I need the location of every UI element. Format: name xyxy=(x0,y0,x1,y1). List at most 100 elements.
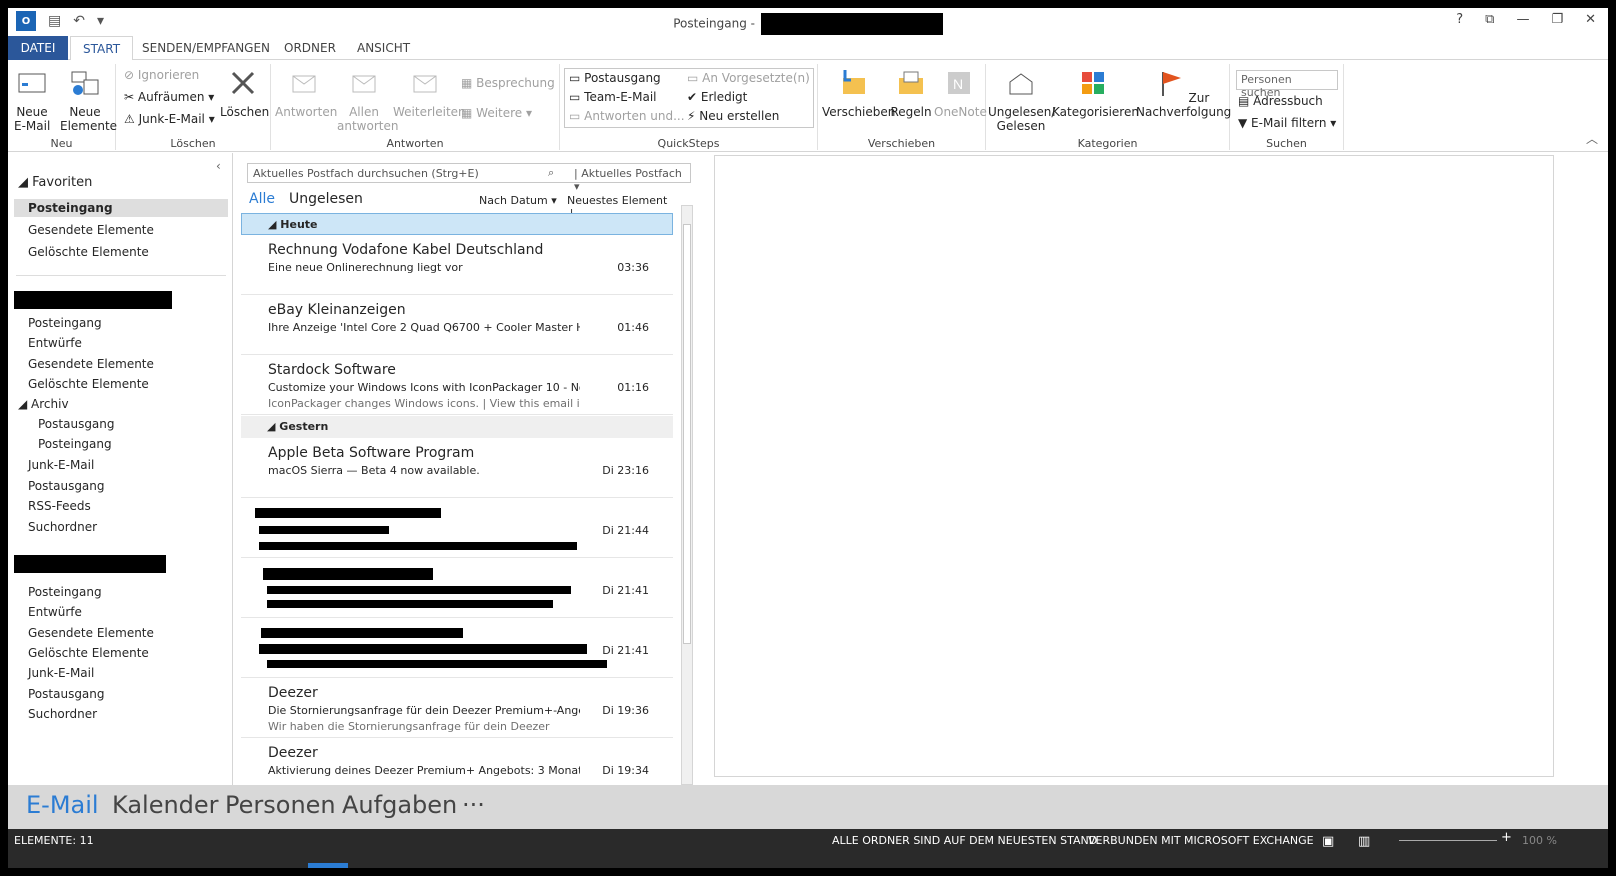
nav-more-icon[interactable]: ··· xyxy=(462,791,485,819)
folder-rss[interactable]: RSS-Feeds xyxy=(28,499,91,513)
folder-deleted[interactable]: Gelöschte Elemente xyxy=(28,377,149,391)
favorite-deleted[interactable]: Gelöschte Elemente xyxy=(28,245,149,259)
nav-calendar[interactable]: Kalender xyxy=(112,791,219,819)
new-email-button[interactable]: Neue E-Mail xyxy=(14,68,50,133)
redacted-preview xyxy=(267,600,553,608)
quickstep-create-new[interactable]: ⚡ Neu erstellen xyxy=(687,107,779,125)
cleanup-button[interactable]: ✂ Aufräumen ▾ xyxy=(124,88,214,106)
quickstep-outbox[interactable]: ▭ Postausgang xyxy=(569,69,661,87)
zoom-slider[interactable] xyxy=(1399,840,1497,841)
help-icon[interactable]: ? xyxy=(1456,12,1463,27)
mail-item[interactable]: Deezer Aktivierung deines Deezer Premium+… xyxy=(241,738,673,785)
folder-sent[interactable]: Gesendete Elemente xyxy=(28,357,154,371)
mail-item-redacted[interactable]: Di 21:41 xyxy=(241,558,673,618)
sort-by-date[interactable]: Nach Datum ▾ xyxy=(479,194,557,207)
new-items-button[interactable]: Neue Elemente xyxy=(60,68,117,133)
tab-start[interactable]: START xyxy=(70,36,134,61)
folder2-inbox[interactable]: Posteingang xyxy=(28,585,102,599)
junk-button[interactable]: ⚠ Junk-E-Mail ▾ xyxy=(124,110,215,128)
respond-more-button[interactable]: ▦ Weitere ▾ xyxy=(461,104,532,122)
categorize-button[interactable]: Kategorisieren xyxy=(1052,68,1139,119)
ignore-button[interactable]: ⊘ Ignorieren xyxy=(124,66,199,84)
favorite-inbox[interactable]: Posteingang xyxy=(14,199,228,217)
nav-mail[interactable]: E-Mail xyxy=(26,791,99,819)
mail-item[interactable]: Deezer Die Stornierungsanfrage für dein D… xyxy=(241,678,673,738)
folder2-drafts[interactable]: Entwürfe xyxy=(28,605,82,619)
tab-send-receive[interactable]: SENDEN/EMPFANGEN xyxy=(130,36,282,60)
mail-item-redacted[interactable]: Di 21:44 xyxy=(241,498,673,558)
folder-search[interactable]: Suchordner xyxy=(28,520,97,534)
nav-tasks[interactable]: Aufgaben xyxy=(342,791,457,819)
filter-all[interactable]: Alle xyxy=(249,191,275,207)
move-button[interactable]: Verschieben xyxy=(822,68,895,119)
quickstep-manager[interactable]: ▭ An Vorgesetzte(n) xyxy=(687,69,810,87)
status-bar: ELEMENTE: 11 ALLE ORDNER SIND AUF DEM NE… xyxy=(8,829,1608,868)
order-label: Neuestes Element xyxy=(567,194,668,207)
filter-email-button[interactable]: ▼ E-Mail filtern ▾ xyxy=(1238,114,1336,132)
collapse-folder-pane-icon[interactable]: ‹ xyxy=(216,157,221,175)
reading-pane-frame xyxy=(714,155,1554,777)
folder2-deleted[interactable]: Gelöschte Elemente xyxy=(28,646,149,660)
redacted-sender xyxy=(261,628,463,638)
filter-unread[interactable]: Ungelesen xyxy=(289,191,363,207)
archive-outbox[interactable]: Postausgang xyxy=(38,417,115,431)
search-icon[interactable]: ⌕ xyxy=(548,166,554,180)
group-header-today[interactable]: ◢ Heute xyxy=(241,213,673,235)
delete-button[interactable]: Löschen xyxy=(220,68,269,119)
search-people-input[interactable]: Personen suchen xyxy=(1236,70,1338,99)
group-header-yesterday[interactable]: ◢ Gestern xyxy=(241,416,673,438)
folder-inbox[interactable]: Posteingang xyxy=(28,316,102,330)
rules-button[interactable]: Regeln xyxy=(890,68,932,119)
tab-folder[interactable]: ORDNER xyxy=(272,36,348,60)
filter-email-label: E-Mail filtern xyxy=(1251,116,1327,130)
folder2-outbox[interactable]: Postausgang xyxy=(28,687,105,701)
restore-icon[interactable]: ❐ xyxy=(1551,12,1563,27)
search-scope-dropdown[interactable]: | Aktuelles Postfach ▾ xyxy=(574,167,690,193)
addressbook-button[interactable]: ▤ Adressbuch xyxy=(1238,92,1323,110)
favorites-header[interactable]: ◢ Favoriten xyxy=(18,175,92,190)
collapse-ribbon-icon[interactable]: ︿ xyxy=(1586,130,1598,148)
favorite-sent[interactable]: Gesendete Elemente xyxy=(28,223,154,237)
redacted-account-name xyxy=(14,555,166,573)
mailbox-search-input[interactable]: Aktuelles Postfach durchsuchen (Strg+E) … xyxy=(247,163,691,193)
group-today-label: Heute xyxy=(280,218,318,231)
minimize-icon[interactable]: — xyxy=(1516,12,1529,27)
sort-label: Nach Datum xyxy=(479,194,548,207)
tab-view[interactable]: ANSICHT xyxy=(345,36,422,60)
mail-item[interactable]: Apple Beta Software Program macOS Sierra … xyxy=(241,438,673,498)
mail-item[interactable]: Stardock Software Customize your Windows … xyxy=(241,355,673,415)
forward-button[interactable]: Weiterleiten xyxy=(393,68,466,119)
archive-inbox[interactable]: Posteingang xyxy=(38,437,112,451)
message-list-scrollbar[interactable] xyxy=(681,205,693,785)
normal-view-icon[interactable]: ▣ xyxy=(1322,834,1334,849)
folder-archive[interactable]: ◢ Archiv xyxy=(18,397,69,411)
follow-up-button[interactable]: Zur Nachverfolgung xyxy=(1136,68,1231,119)
close-icon[interactable]: ✕ xyxy=(1585,12,1596,27)
folder2-sent[interactable]: Gesendete Elemente xyxy=(28,626,154,640)
reply-button[interactable]: Antworten xyxy=(275,68,337,119)
tab-file[interactable]: DATEI xyxy=(8,36,68,60)
nav-people[interactable]: Personen xyxy=(225,791,336,819)
mail-item-redacted[interactable]: Di 21:41 xyxy=(241,618,673,678)
folder-drafts[interactable]: Entwürfe xyxy=(28,336,82,350)
zoom-in-icon[interactable]: + xyxy=(1501,830,1512,845)
meeting-button[interactable]: ▦ Besprechung xyxy=(461,74,555,92)
mail-item[interactable]: eBay Kleinanzeigen Ihre Anzeige 'Intel Co… xyxy=(241,295,673,355)
quicksteps-gallery: ▭ Postausgang ▭ Team-E-Mail ▭ Antworten … xyxy=(564,68,814,128)
onenote-button[interactable]: N OneNote xyxy=(934,68,987,119)
quickstep-done[interactable]: ✔ Erledigt xyxy=(687,88,747,106)
folder-outbox[interactable]: Postausgang xyxy=(28,479,105,493)
unread-read-button[interactable]: Ungelesen/ Gelesen xyxy=(988,68,1055,133)
reply-all-button[interactable]: Allen antworten xyxy=(337,68,398,133)
quickstep-team-mail[interactable]: ▭ Team-E-Mail xyxy=(569,88,657,106)
flag-icon xyxy=(1161,72,1181,96)
ribbon-display-icon[interactable]: ⧉ xyxy=(1485,12,1494,27)
window-title-text: Posteingang - xyxy=(673,16,759,31)
mail-item[interactable]: Rechnung Vodafone Kabel Deutschland Eine … xyxy=(241,235,673,295)
folder-junk[interactable]: Junk-E-Mail xyxy=(28,458,94,472)
reading-view-icon[interactable]: ▥ xyxy=(1358,834,1370,849)
folder2-search[interactable]: Suchordner xyxy=(28,707,97,721)
scrollbar-thumb[interactable] xyxy=(683,224,691,644)
quickstep-reply-delete[interactable]: ▭ Antworten und... xyxy=(569,107,685,125)
folder2-junk[interactable]: Junk-E-Mail xyxy=(28,666,94,680)
